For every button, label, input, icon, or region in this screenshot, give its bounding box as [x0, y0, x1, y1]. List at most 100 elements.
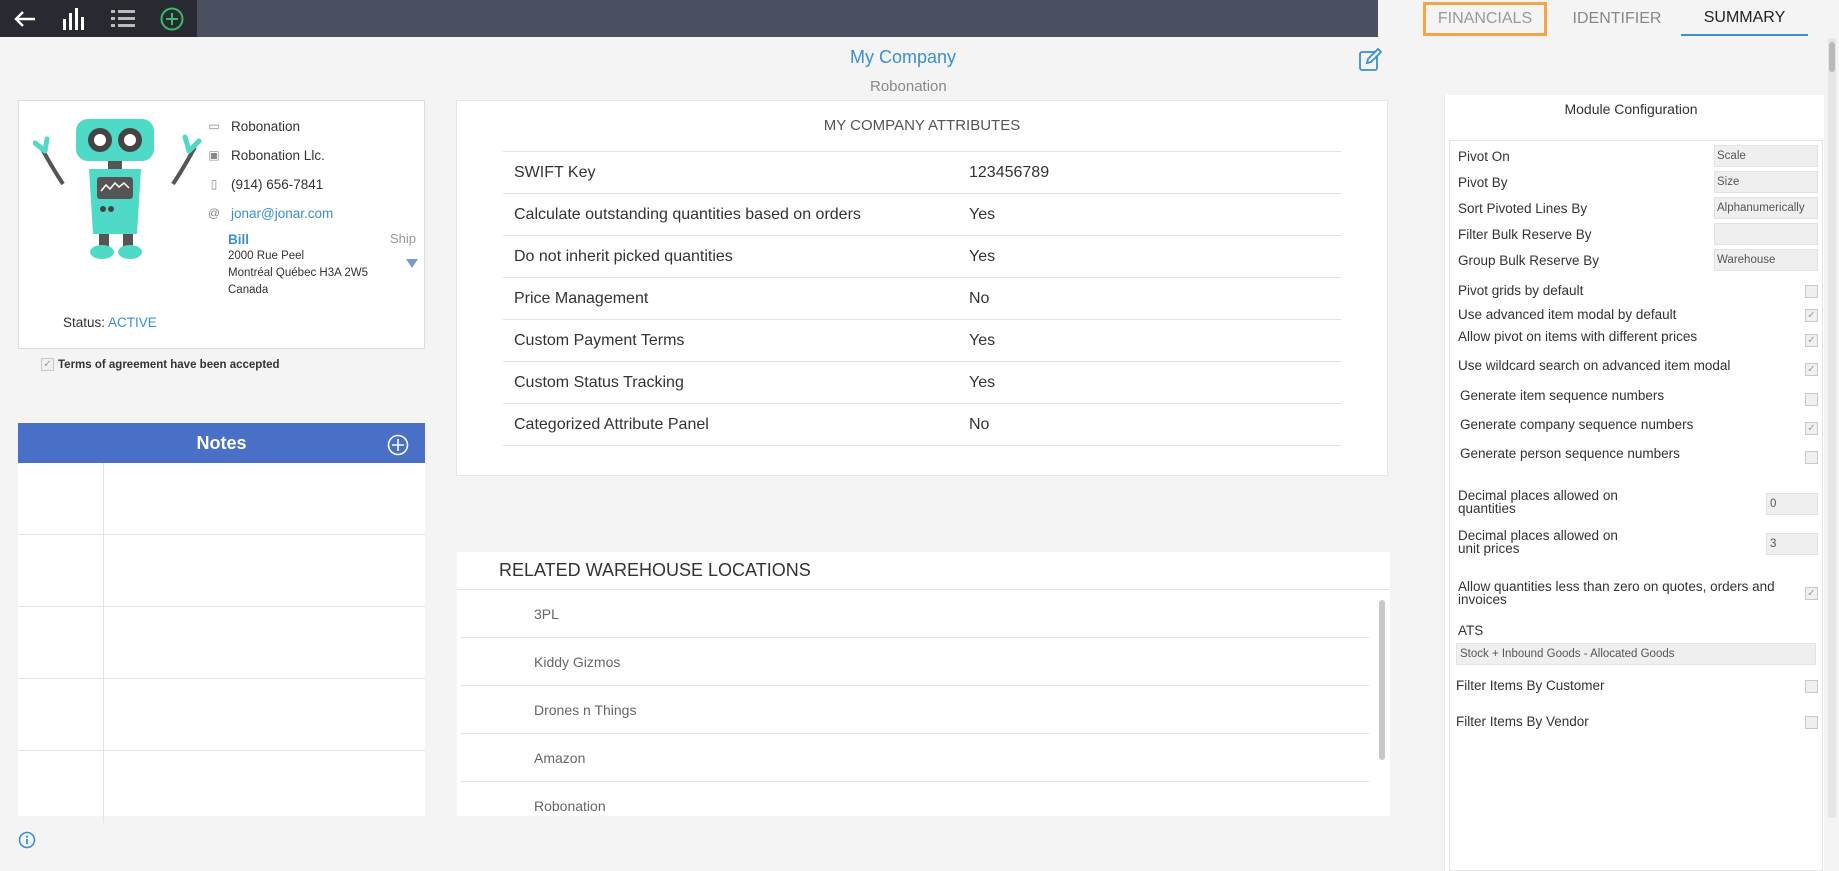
notes-title: Notes — [196, 432, 247, 453]
email-link[interactable]: jonar@jonar.com — [231, 206, 333, 221]
page-scrollbar[interactable] — [1828, 38, 1836, 818]
edit-icon[interactable] — [1358, 47, 1383, 72]
tab-summary[interactable]: SUMMARY — [1681, 2, 1808, 36]
gen-person-label: Generate person sequence numbers — [1460, 446, 1680, 461]
scrollbar-thumb[interactable] — [1829, 42, 1835, 72]
add-circle-icon[interactable] — [148, 0, 197, 37]
allow-pivot-checkbox[interactable]: ✓ — [1805, 334, 1818, 347]
allow-negative-label-1: Allow quantities less than zero on quote… — [1458, 579, 1775, 594]
gen-item-checkbox[interactable] — [1805, 393, 1818, 406]
wildcard-checkbox[interactable]: ✓ — [1805, 363, 1818, 376]
module-settings: Pivot On Scale Pivot By Size Sort Pivote… — [1449, 140, 1823, 871]
status-label: Status: — [63, 315, 106, 330]
attribute-key: Calculate outstanding quantities based o… — [514, 205, 861, 223]
warehouse-item[interactable]: Kiddy Gizmos — [461, 638, 1369, 686]
filter-vendor-checkbox[interactable] — [1805, 716, 1818, 729]
chevron-down-icon[interactable] — [406, 259, 418, 268]
allow-negative-checkbox[interactable]: ✓ — [1805, 587, 1818, 600]
notes-row[interactable] — [18, 535, 425, 607]
warehouse-locations-panel: RELATED WAREHOUSE LOCATIONS 3PL Kiddy Gi… — [457, 552, 1390, 816]
wildcard-label: Use wildcard search on advanced item mod… — [1458, 358, 1731, 373]
filter-customer-checkbox[interactable] — [1805, 680, 1818, 693]
add-note-icon[interactable] — [387, 434, 409, 456]
warehouse-scrollbar[interactable] — [1379, 600, 1385, 760]
attribute-row: Custom Payment Terms Yes — [503, 320, 1341, 362]
terms-checkbox[interactable]: ✓ — [41, 358, 54, 371]
back-arrow-icon[interactable] — [0, 0, 49, 37]
ship-address-label[interactable]: Ship — [390, 231, 416, 246]
warehouses-title: RELATED WAREHOUSE LOCATIONS — [457, 552, 1390, 590]
legal-name-row: ▣ Robonation Llc. — [206, 145, 325, 165]
pivot-grids-checkbox[interactable] — [1805, 285, 1818, 298]
dec-qty-input[interactable]: 0 — [1766, 493, 1818, 515]
gen-person-checkbox[interactable] — [1805, 451, 1818, 464]
address-block: Bill 2000 Rue Peel Montréal Québec H3A 2… — [228, 231, 368, 299]
tab-identifier[interactable]: IDENTIFIER — [1562, 2, 1672, 36]
advanced-modal-checkbox[interactable]: ✓ — [1805, 309, 1818, 322]
ats-label: ATS — [1458, 623, 1484, 638]
attribute-value: No — [969, 415, 990, 433]
notes-row[interactable] — [18, 751, 425, 823]
pivot-on-label: Pivot On — [1458, 149, 1510, 164]
email-row: @ jonar@jonar.com — [206, 203, 333, 223]
allow-negative-label: Allow quantities less than zero on quote… — [1458, 579, 1798, 607]
ats-select[interactable]: Stock + Inbound Goods - Allocated Goods — [1456, 643, 1816, 665]
company-profile-card: ▭ Robonation ▣ Robonation Llc. ▯ (914) 6… — [18, 100, 425, 349]
phone-icon: ▯ — [210, 177, 218, 191]
attribute-value: 123456789 — [969, 163, 1050, 181]
notes-row[interactable] — [18, 463, 425, 535]
module-configuration-panel: Module Configuration Pivot On Scale Pivo… — [1444, 95, 1824, 871]
allow-negative-label-2: invoices — [1458, 592, 1507, 607]
attribute-row: SWIFT Key 123456789 — [503, 152, 1341, 194]
terms-label: Terms of agreement have been accepted — [58, 358, 280, 371]
group-bulk-select[interactable]: Warehouse — [1714, 249, 1818, 271]
attribute-row: Do not inherit picked quantities Yes — [503, 236, 1341, 278]
advanced-modal-label: Use advanced item modal by default — [1458, 307, 1677, 322]
tab-financials[interactable]: FINANCIALS — [1423, 2, 1547, 36]
gen-company-label: Generate company sequence numbers — [1460, 417, 1694, 432]
bar-chart-icon[interactable] — [49, 0, 98, 37]
attribute-key: Do not inherit picked quantities — [514, 247, 733, 265]
notes-row[interactable] — [18, 679, 425, 751]
dec-price-input[interactable]: 3 — [1766, 533, 1818, 555]
pivot-by-label: Pivot By — [1458, 175, 1508, 190]
attribute-row: Calculate outstanding quantities based o… — [503, 194, 1341, 236]
filter-bulk-select[interactable] — [1714, 223, 1818, 245]
attribute-row: Categorized Attribute Panel No — [503, 404, 1341, 446]
company-name: Robonation — [231, 118, 301, 134]
tab-bar: FINANCIALS IDENTIFIER SUMMARY — [1410, 0, 1839, 37]
warehouse-item[interactable]: 3PL — [461, 590, 1369, 638]
warehouse-item[interactable]: Amazon — [461, 734, 1369, 782]
gen-company-checkbox[interactable]: ✓ — [1805, 422, 1818, 435]
bill-address-label[interactable]: Bill — [228, 231, 368, 248]
notes-panel: Notes — [18, 423, 425, 823]
attribute-row: Price Management No — [503, 278, 1341, 320]
warehouse-item[interactable]: Robonation — [461, 782, 1369, 816]
page-subtitle: Robonation — [870, 78, 947, 95]
pivot-on-select[interactable]: Scale — [1714, 145, 1818, 167]
sort-pivoted-select[interactable]: Alphanumerically — [1714, 197, 1818, 219]
list-icon[interactable] — [99, 0, 148, 37]
attribute-key: Price Management — [514, 289, 649, 307]
sort-pivoted-label: Sort Pivoted Lines By — [1458, 201, 1588, 216]
address-line-1: 2000 Rue Peel — [228, 250, 305, 262]
notes-grid — [18, 463, 425, 823]
pivot-by-select[interactable]: Size — [1714, 171, 1818, 193]
attribute-value: Yes — [969, 205, 996, 223]
address-line-2: Montréal Québec H3A 2W5 — [228, 267, 368, 279]
attributes-title: MY COMPANY ATTRIBUTES — [823, 117, 1021, 134]
pivot-grids-label: Pivot grids by default — [1458, 283, 1584, 298]
attribute-key: SWIFT Key — [514, 163, 596, 181]
attribute-value: Yes — [969, 247, 996, 265]
filter-bulk-label: Filter Bulk Reserve By — [1458, 227, 1592, 242]
attribute-value: Yes — [969, 373, 996, 391]
company-name-row: ▭ Robonation — [206, 116, 300, 136]
toolbar-icon-group — [0, 0, 197, 37]
terms-row: ✓ Terms of agreement have been accepted — [41, 358, 280, 371]
attribute-key: Categorized Attribute Panel — [514, 415, 709, 433]
notes-row[interactable] — [18, 607, 425, 679]
allow-pivot-label: Allow pivot on items with different pric… — [1458, 329, 1698, 344]
warehouse-item[interactable]: Drones n Things — [461, 686, 1369, 734]
dec-qty-label-2: quantities — [1458, 501, 1516, 516]
info-icon[interactable] — [18, 831, 36, 849]
